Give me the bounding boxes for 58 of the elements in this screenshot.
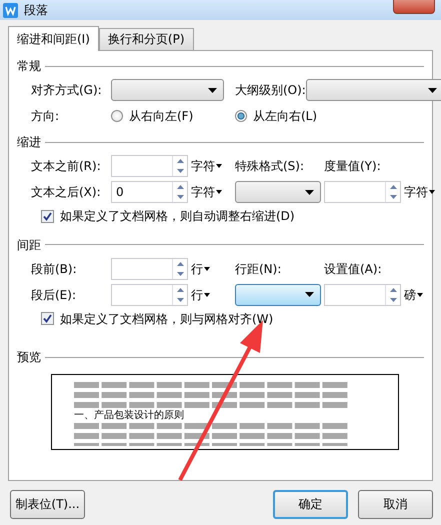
field-label: 行距(N):	[235, 262, 282, 276]
app-icon	[3, 2, 18, 18]
window-title: 段落	[24, 2, 48, 18]
caret-icon	[208, 88, 217, 92]
section-title: 常规	[17, 58, 41, 74]
unit-dropdown[interactable]: 字符	[191, 159, 232, 174]
checkbox-label: 如果定义了文档网格，则自动调整右缩进(D)	[60, 209, 295, 224]
dialog-button[interactable]: 确定	[273, 490, 348, 519]
close-button[interactable]	[393, 0, 435, 14]
dialog-button[interactable]: 取消	[358, 490, 433, 519]
preview-heading: 一、产品包装设计的原则	[74, 410, 185, 422]
caret-icon	[417, 292, 423, 297]
radio-button[interactable]	[235, 110, 247, 122]
caret-icon	[204, 266, 210, 271]
dropdown[interactable]	[306, 79, 441, 101]
field-label: 段前(B):	[31, 262, 78, 276]
checkbox[interactable]	[41, 210, 54, 224]
unit-dropdown[interactable]: 字符	[191, 185, 232, 200]
spin-field[interactable]	[111, 284, 188, 306]
tab[interactable]: 换行和分页(P)	[98, 28, 194, 50]
unit-dropdown[interactable]: 行	[191, 288, 232, 302]
field-label: 大纲级别(O):	[235, 82, 306, 98]
dialog-button[interactable]: 制表位(T)...	[10, 490, 85, 519]
dropdown[interactable]	[235, 284, 321, 306]
radio-label: 从右向左(F)	[129, 109, 194, 124]
tab[interactable]: 缩进和间距(I)	[8, 26, 99, 51]
section-title: 间距	[17, 238, 41, 252]
section-title: 缩进	[17, 135, 41, 150]
caret-icon	[305, 190, 314, 195]
unit-dropdown[interactable]: 磅	[404, 288, 441, 302]
spin-field[interactable]	[324, 181, 401, 204]
field-label: 文本之前(R):	[31, 159, 102, 174]
caret-icon	[429, 190, 435, 194]
field-label: 文本之后(X):	[31, 185, 102, 200]
spin-field[interactable]	[324, 284, 401, 306]
caret-icon	[305, 292, 314, 298]
field-label: 方向:	[31, 109, 60, 124]
caret-icon	[216, 164, 222, 168]
checkbox[interactable]	[41, 312, 54, 326]
unit-dropdown[interactable]: 行	[191, 262, 232, 276]
section-title: 预览	[17, 350, 41, 364]
field-label: 对齐方式(G):	[31, 82, 103, 98]
field-label: 特殊格式(S):	[235, 159, 306, 174]
field-label: 度量值(Y):	[324, 159, 382, 174]
caret-icon	[204, 292, 210, 297]
spin-field[interactable]	[111, 155, 188, 178]
radio-button[interactable]	[111, 110, 123, 122]
spin-field[interactable]: 0	[111, 181, 188, 204]
unit-dropdown[interactable]: 字符	[404, 185, 441, 200]
radio-label: 从左向右(L)	[253, 109, 318, 124]
caret-icon	[216, 190, 222, 194]
checkbox-label: 如果定义了文档网格，则与网格对齐(W)	[60, 312, 274, 326]
field-label: 设置值(A):	[324, 262, 383, 276]
dropdown[interactable]	[111, 79, 224, 101]
spin-field[interactable]	[111, 258, 188, 280]
caret-icon	[428, 88, 437, 92]
dropdown[interactable]	[235, 181, 321, 204]
field-label: 段后(E):	[31, 288, 77, 302]
